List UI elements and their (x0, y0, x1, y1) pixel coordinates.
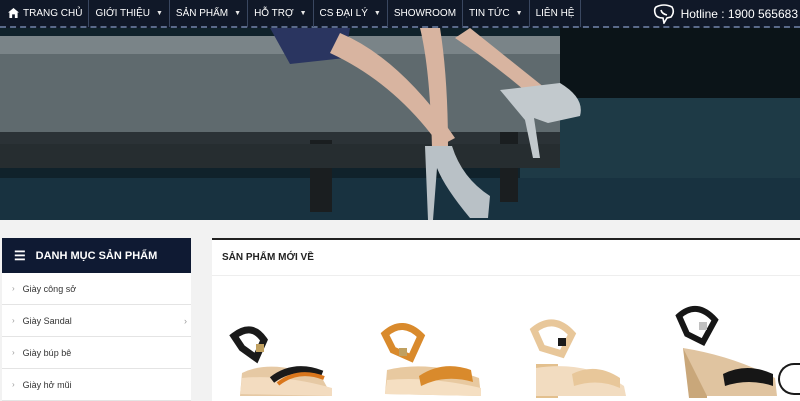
nav-item-label: LIÊN HỆ (535, 7, 575, 19)
nav-item-label: HỖ TRỢ (254, 7, 294, 19)
nav-item-label: TIN TỨC (469, 7, 510, 19)
category-label: Giày búp bê (22, 347, 72, 358)
content-area: ☰ DANH MỤC SẢN PHẨM › Giày công sở › Già… (0, 220, 800, 401)
hotline-text: Hotline : 1900 565683 (680, 7, 798, 21)
sidebar-header: ☰ DANH MỤC SẢN PHẨM (2, 238, 191, 273)
product-card[interactable] (506, 278, 653, 401)
hamburger-menu-icon: ☰ (14, 247, 26, 263)
caret-down-icon: ▼ (515, 9, 523, 17)
nav-item-label: SẢN PHẨM (175, 7, 229, 19)
submenu-arrow-icon: › (184, 315, 187, 326)
chevron-right-icon: › (12, 380, 15, 389)
product-image (212, 278, 359, 401)
caret-down-icon: ▼ (299, 9, 307, 17)
nav-item-label: SHOWROOM (393, 7, 457, 19)
nav-item-label: GIỚI THIỆU (95, 7, 150, 19)
nav-gioi-thieu[interactable]: GIỚI THIỆU ▼ (89, 0, 170, 27)
category-item[interactable]: › Giày Sandal › (2, 305, 191, 337)
hero-image (0, 28, 800, 220)
new-products-section: SẢN PHẨM MỚI VỀ (212, 238, 800, 401)
product-grid (212, 278, 800, 401)
product-card[interactable] (212, 278, 359, 401)
phone-chat-icon (653, 4, 674, 24)
nav-san-pham[interactable]: SẢN PHẨM ▼ (170, 0, 249, 27)
hero-banner[interactable] (0, 28, 800, 220)
product-card[interactable] (359, 278, 506, 401)
nav-home[interactable]: TRANG CHỦ (0, 0, 90, 27)
section-title: SẢN PHẨM MỚI VỀ (212, 240, 800, 276)
category-label: Giày Sandal (22, 315, 72, 326)
home-icon (8, 8, 19, 18)
caret-down-icon: ▼ (155, 9, 163, 17)
category-label: Giày công sở (22, 283, 77, 294)
hotline[interactable]: Hotline : 1900 565683 (653, 0, 800, 28)
category-item[interactable]: › Giày công sở (2, 273, 191, 305)
top-nav: TRANG CHỦ GIỚI THIỆU ▼ SẢN PHẨM ▼ HỖ TRỢ… (0, 0, 800, 28)
nav-cs-dai-ly[interactable]: CS ĐẠI LÝ ▼ (314, 0, 388, 27)
caret-down-icon: ▼ (373, 9, 381, 17)
chevron-right-icon: › (12, 284, 15, 293)
category-item[interactable]: › Giày hở mũi (2, 369, 191, 401)
nav-home-label: TRANG CHỦ (23, 7, 83, 19)
chevron-right-icon: › (12, 348, 15, 357)
nav-ho-tro[interactable]: HỖ TRỢ ▼ (248, 0, 314, 27)
nav-item-label: CS ĐẠI LÝ (319, 7, 368, 19)
product-image (359, 278, 506, 401)
sidebar-title: DANH MỤC SẢN PHẨM (35, 249, 158, 262)
caret-down-icon: ▼ (234, 9, 242, 17)
nav-tin-tuc[interactable]: TIN TỨC ▼ (463, 0, 530, 27)
product-image (506, 278, 653, 401)
category-label: Giày hở mũi (22, 379, 72, 390)
nav-lien-he[interactable]: LIÊN HỆ (530, 0, 582, 27)
nav-showroom[interactable]: SHOWROOM (388, 0, 464, 27)
category-sidebar: ☰ DANH MỤC SẢN PHẨM › Giày công sở › Già… (2, 238, 191, 401)
category-item[interactable]: › Giày búp bê (2, 337, 191, 369)
chevron-right-icon: › (12, 316, 15, 325)
